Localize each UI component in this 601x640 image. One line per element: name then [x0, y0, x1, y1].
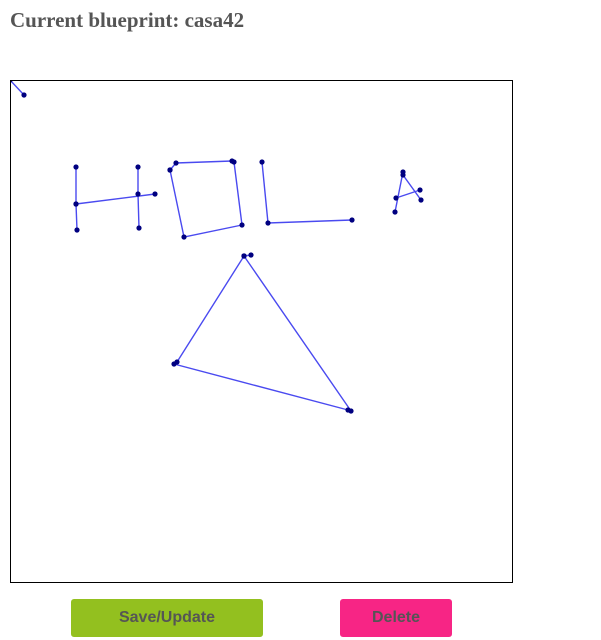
blueprint-point[interactable]: [135, 164, 141, 170]
blueprint-point[interactable]: [349, 217, 355, 223]
blueprint-point[interactable]: [241, 253, 247, 259]
save-update-button[interactable]: Save/Update: [71, 599, 263, 637]
blueprint-point[interactable]: [171, 361, 177, 367]
blueprint-stroke: [11, 81, 25, 96]
blueprint-point[interactable]: [259, 159, 265, 165]
blueprint-point[interactable]: [21, 92, 27, 98]
blueprint-stroke: [394, 171, 422, 213]
blueprint-point[interactable]: [418, 197, 424, 203]
blueprint-point[interactable]: [167, 167, 173, 173]
blueprint-point[interactable]: [73, 164, 79, 170]
blueprint-point[interactable]: [74, 227, 80, 233]
blueprint-stroke: [261, 161, 353, 224]
blueprint-point[interactable]: [400, 172, 406, 178]
blueprint-point[interactable]: [136, 225, 142, 231]
blueprint-stroke: [75, 193, 156, 205]
blueprint-point[interactable]: [348, 408, 354, 414]
blueprint-point[interactable]: [265, 220, 271, 226]
delete-button[interactable]: Delete: [340, 599, 452, 637]
blueprint-drawing[interactable]: [11, 81, 512, 582]
blueprint-stroke: [172, 254, 353, 413]
blueprint-point[interactable]: [73, 201, 79, 207]
blueprint-canvas[interactable]: [10, 80, 513, 583]
blueprint-point[interactable]: [248, 252, 254, 258]
blueprint-stroke: [137, 167, 140, 229]
blueprint-point[interactable]: [135, 191, 141, 197]
blueprint-point[interactable]: [152, 191, 158, 197]
blueprint-point[interactable]: [239, 222, 245, 228]
blueprint-point[interactable]: [181, 234, 187, 240]
blueprint-point[interactable]: [393, 195, 399, 201]
blueprint-point[interactable]: [417, 187, 423, 193]
blueprint-point[interactable]: [173, 160, 179, 166]
page-title: Current blueprint: casa42: [10, 8, 245, 32]
blueprint-point[interactable]: [392, 209, 398, 215]
blueprint-stroke: [75, 167, 78, 231]
blueprint-stroke: [169, 160, 243, 238]
blueprint-point[interactable]: [231, 159, 237, 165]
